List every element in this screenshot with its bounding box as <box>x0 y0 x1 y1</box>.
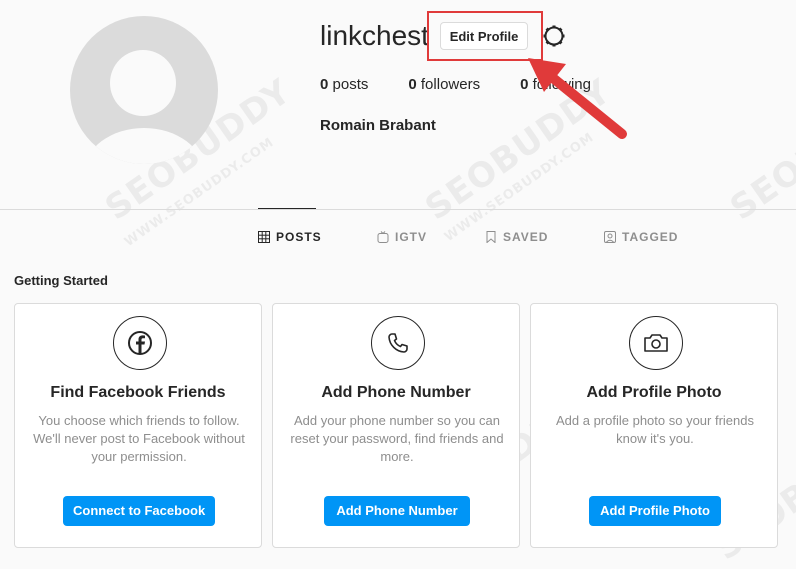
stat-followers[interactable]: 0 followers <box>408 76 480 93</box>
avatar-body-shape <box>84 128 204 164</box>
edit-profile-button[interactable]: Edit Profile <box>440 22 528 50</box>
getting-started-title: Getting Started <box>14 273 108 288</box>
tab-igtv[interactable]: IGTV <box>377 230 427 244</box>
full-name: Romain Brabant <box>320 117 436 134</box>
tab-tagged-label: TAGGED <box>622 230 679 244</box>
card-description: Add a profile photo so your friends know… <box>555 413 754 446</box>
card-title: Add Profile Photo <box>586 384 722 401</box>
phone-icon <box>371 316 425 370</box>
facebook-icon <box>113 316 167 370</box>
tab-tagged[interactable]: TAGGED <box>604 230 678 244</box>
avatar[interactable] <box>70 16 218 164</box>
tab-igtv-label: IGTV <box>395 230 428 244</box>
active-tab-indicator <box>258 208 316 209</box>
grid-icon <box>258 231 270 243</box>
bookmark-icon <box>486 231 496 243</box>
add-phone-number-button[interactable]: Add Phone Number <box>324 496 470 526</box>
card-facebook: Find Facebook Friends You choose which f… <box>14 303 262 548</box>
red-arrow-annotation <box>528 58 627 139</box>
profile-divider <box>0 209 796 210</box>
watermark-url: WWW.SEOBUDDY.COM <box>441 130 598 245</box>
tab-posts[interactable]: POSTS <box>258 230 322 244</box>
card-description: Add your phone number so you can reset y… <box>290 413 504 464</box>
camera-icon <box>629 316 683 370</box>
card-title: Find Facebook Friends <box>50 384 226 401</box>
stat-posts: 0 posts <box>320 76 369 93</box>
watermark: SEOBUDDY <box>723 71 796 229</box>
tag-icon <box>604 231 616 243</box>
avatar-head-shape <box>110 50 176 116</box>
username: linkchest <box>320 20 429 51</box>
igtv-icon <box>377 231 389 243</box>
connect-facebook-button[interactable]: Connect to Facebook <box>63 496 215 526</box>
tab-saved-label: SAVED <box>503 230 549 244</box>
gear-icon[interactable] <box>542 24 566 48</box>
add-profile-photo-button[interactable]: Add Profile Photo <box>589 496 721 526</box>
card-phone: Add Phone Number Add your phone number s… <box>272 303 520 548</box>
tab-posts-label: POSTS <box>276 230 322 244</box>
tab-saved[interactable]: SAVED <box>485 230 548 244</box>
card-title: Add Phone Number <box>321 384 471 401</box>
card-profile-photo: Add Profile Photo Add a profile photo so… <box>530 303 778 548</box>
card-description: You choose which friends to follow. We'l… <box>33 413 245 464</box>
